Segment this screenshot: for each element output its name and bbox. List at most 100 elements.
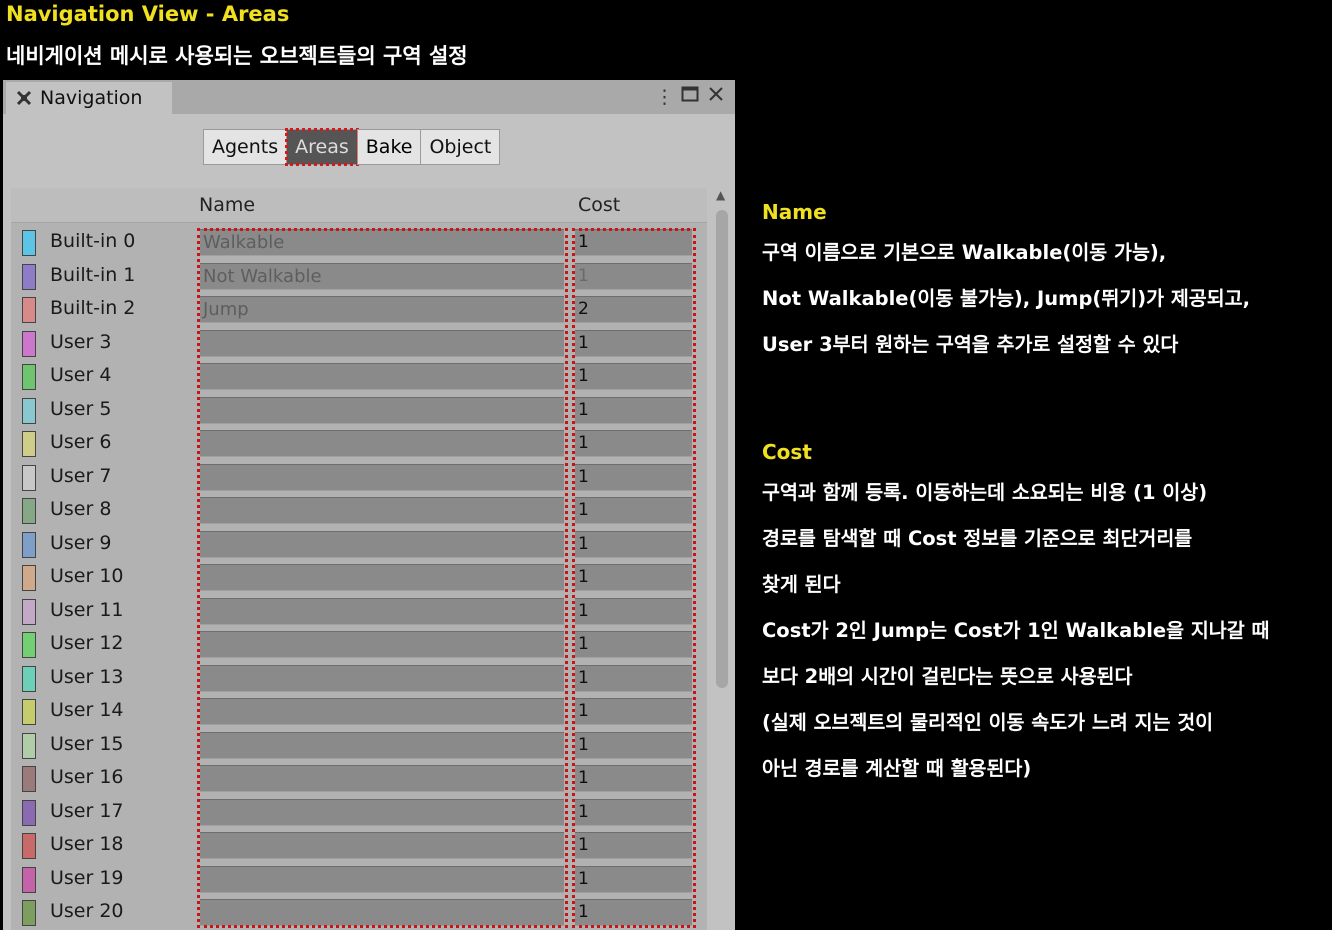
note-line: 구역 이름으로 기본으로 Walkable(이동 가능), — [762, 241, 1167, 264]
area-cost-field[interactable]: 1 — [575, 597, 692, 625]
area-name-field[interactable] — [200, 463, 564, 491]
area-label: User 7 — [50, 464, 112, 487]
navigation-icon — [16, 90, 32, 106]
area-color-swatch[interactable] — [22, 431, 36, 457]
area-label: Built-in 0 — [50, 230, 136, 252]
area-cost-field[interactable]: 1 — [575, 765, 692, 792]
area-cost-field[interactable]: 1 — [575, 631, 692, 658]
area-color-swatch[interactable] — [22, 263, 36, 290]
area-color-swatch[interactable] — [22, 397, 36, 424]
area-name-field[interactable] — [200, 329, 564, 357]
area-label: User 17 — [50, 799, 124, 822]
area-name-field[interactable] — [200, 899, 564, 926]
area-color-swatch[interactable] — [22, 866, 36, 893]
area-label: User 9 — [50, 531, 112, 554]
maximize-icon[interactable] — [681, 85, 699, 108]
area-name-field[interactable] — [200, 765, 564, 792]
close-icon[interactable] — [708, 85, 724, 107]
area-cost-field[interactable]: 1 — [575, 430, 692, 457]
table-row: User 17 1 — [11, 796, 707, 830]
area-color-swatch[interactable] — [22, 364, 36, 390]
area-name-field[interactable] — [200, 363, 564, 390]
area-cost-field[interactable]: 1 — [575, 832, 692, 859]
object-button[interactable]: Object — [420, 129, 501, 165]
areas-button[interactable]: Areas — [285, 128, 359, 166]
agents-button[interactable]: Agents — [203, 129, 288, 165]
tab-navigation[interactable]: Navigation — [6, 82, 172, 114]
area-cost-field[interactable]: 1 — [575, 229, 692, 256]
area-name-field[interactable] — [200, 798, 564, 826]
area-name-field[interactable] — [200, 597, 564, 625]
table-row: Built-in 0 Walkable 1 — [11, 226, 707, 260]
table-row: User 8 1 — [11, 494, 707, 528]
note-line: 경로를 탐색할 때 Cost 정보를 기준으로 최단거리를 — [762, 527, 1193, 550]
area-cost-field[interactable]: 1 — [575, 463, 692, 491]
scroll-up-arrow-icon[interactable]: ▲ — [716, 188, 725, 202]
area-cost-field[interactable]: 1 — [575, 899, 692, 926]
area-name-field[interactable] — [200, 530, 564, 558]
area-cost-field[interactable]: 1 — [575, 497, 692, 524]
area-cost-field[interactable]: 1 — [575, 731, 692, 759]
area-color-swatch[interactable] — [22, 297, 36, 323]
area-color-swatch[interactable] — [22, 230, 36, 256]
navigation-tabs: Agents Areas Bake Object — [203, 128, 501, 167]
table-row: User 5 1 — [11, 394, 707, 428]
area-color-swatch[interactable] — [22, 464, 36, 491]
area-color-swatch[interactable] — [22, 498, 36, 524]
area-color-swatch[interactable] — [22, 565, 36, 591]
area-name-field[interactable] — [200, 396, 564, 424]
area-cost-field[interactable]: 1 — [575, 865, 692, 893]
area-color-swatch[interactable] — [22, 833, 36, 859]
scrollbar-thumb[interactable] — [716, 210, 728, 688]
bake-button[interactable]: Bake — [356, 129, 422, 165]
vertical-scrollbar[interactable]: ▲ — [712, 188, 732, 930]
window-titlebar: Navigation ⋮ — [3, 80, 735, 114]
note-line: User 3부터 원하는 구역을 추가로 설정할 수 있다 — [762, 333, 1179, 356]
area-name-field[interactable] — [200, 865, 564, 893]
name-note-heading: Name — [762, 200, 827, 224]
area-cost-field[interactable]: 2 — [575, 296, 692, 323]
page-title: Navigation View - Areas — [6, 2, 290, 26]
area-color-swatch[interactable] — [22, 598, 36, 625]
area-color-swatch[interactable] — [22, 732, 36, 759]
area-cost-field[interactable]: 1 — [575, 530, 692, 558]
table-row: User 10 1 — [11, 561, 707, 595]
area-cost-field[interactable]: 1 — [575, 798, 692, 826]
area-color-swatch[interactable] — [22, 330, 36, 357]
area-color-swatch[interactable] — [22, 531, 36, 558]
area-name-field[interactable] — [200, 564, 564, 591]
cost-column-header: Cost — [578, 194, 621, 216]
area-cost-field[interactable]: 1 — [575, 396, 692, 424]
area-color-swatch[interactable] — [22, 799, 36, 826]
area-name-field: Jump — [200, 296, 564, 323]
area-name-field[interactable] — [200, 832, 564, 859]
area-cost-field[interactable]: 1 — [575, 698, 692, 725]
note-line: 아닌 경로를 계산할 때 활용된다) — [762, 757, 1032, 780]
area-label: Built-in 2 — [50, 297, 136, 319]
area-label: User 14 — [50, 699, 124, 721]
table-row: User 9 1 — [11, 528, 707, 562]
area-name-field[interactable] — [200, 631, 564, 658]
area-name-field[interactable] — [200, 731, 564, 759]
area-cost-field[interactable]: 1 — [575, 329, 692, 357]
page-subtitle: 네비게이션 메시로 사용되는 오브젝트들의 구역 설정 — [6, 44, 468, 68]
note-line: 찾게 된다 — [762, 573, 841, 596]
explanation-notes: Name 구역 이름으로 기본으로 Walkable(이동 가능), Not W… — [762, 200, 1328, 781]
area-color-swatch[interactable] — [22, 632, 36, 658]
area-name-field[interactable] — [200, 698, 564, 725]
more-options-icon[interactable]: ⋮ — [655, 86, 674, 108]
area-cost-field[interactable]: 1 — [575, 363, 692, 390]
area-cost-field[interactable]: 1 — [575, 664, 692, 692]
area-label: User 13 — [50, 665, 124, 688]
area-name-field[interactable] — [200, 497, 564, 524]
area-cost-field[interactable]: 1 — [575, 564, 692, 591]
table-row: Built-in 2 Jump 2 — [11, 293, 707, 327]
area-color-swatch[interactable] — [22, 699, 36, 725]
area-color-swatch[interactable] — [22, 665, 36, 692]
area-label: User 4 — [50, 364, 112, 386]
area-name-field[interactable] — [200, 430, 564, 457]
area-name-field[interactable] — [200, 664, 564, 692]
table-row: User 12 1 — [11, 628, 707, 662]
area-color-swatch[interactable] — [22, 766, 36, 792]
area-color-swatch[interactable] — [22, 900, 36, 926]
